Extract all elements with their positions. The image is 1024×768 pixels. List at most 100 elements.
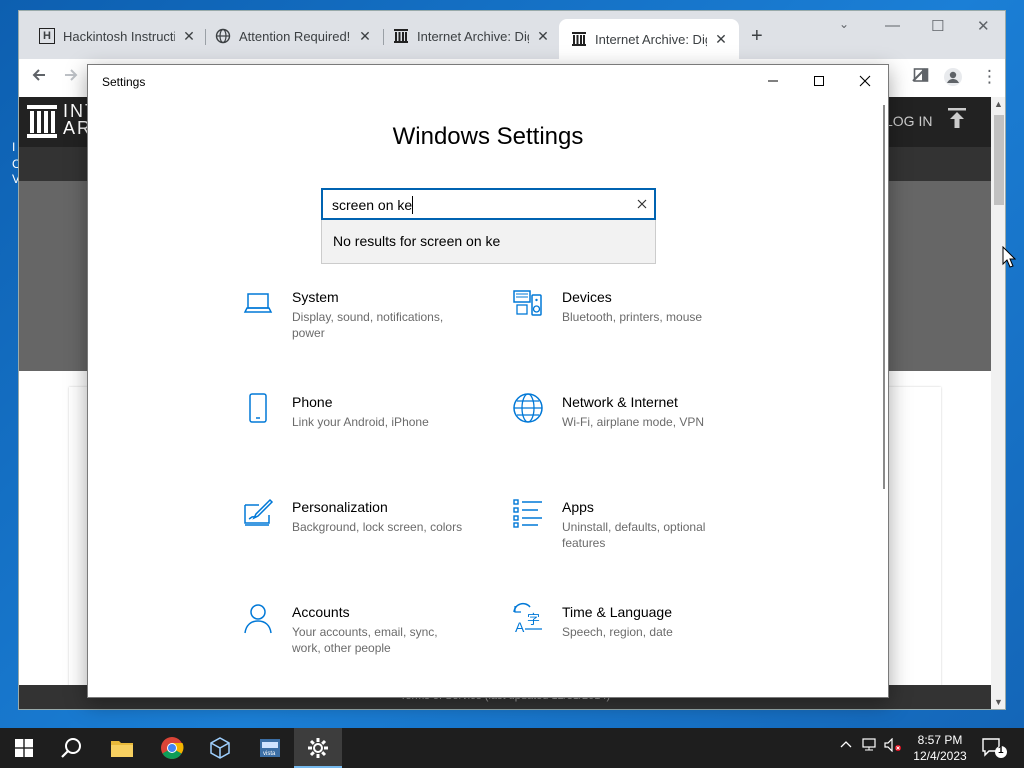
new-tab-icon[interactable]: + [751, 25, 763, 48]
laptop-icon [243, 293, 273, 313]
windows-logo-icon [15, 739, 33, 757]
person-icon [244, 604, 272, 634]
tab-close-icon[interactable]: ✕ [181, 28, 197, 45]
category-time-language[interactable]: A字 Time & Language Speech, region, date [512, 602, 782, 692]
search-input[interactable] [332, 195, 622, 215]
tab-close-icon[interactable]: ✕ [713, 31, 729, 48]
tab-internet-archive-active[interactable]: Internet Archive: Digital Library ✕ [559, 19, 739, 59]
clear-search-icon[interactable] [634, 196, 650, 212]
notification-count: 1 [998, 745, 1004, 756]
minimize-icon[interactable]: — [885, 17, 900, 34]
taskbar-file-explorer[interactable] [98, 728, 146, 768]
category-title: Network & Internet [562, 394, 678, 410]
category-description: Your accounts, email, sync, work, other … [292, 625, 438, 655]
tab-label: Internet Archive: Digital Library [595, 31, 707, 47]
action-center-button[interactable]: 1 [980, 736, 1008, 760]
svg-text:A: A [515, 619, 525, 634]
archive-favicon-icon [393, 28, 409, 44]
category-network[interactable]: Network & Internet Wi-Fi, airplane mode,… [512, 392, 782, 482]
close-button[interactable] [842, 65, 888, 97]
category-apps[interactable]: Apps Uninstall, defaults, optional featu… [512, 497, 782, 587]
scrollbar-thumb[interactable] [994, 115, 1004, 205]
taskbar-chrome[interactable] [148, 728, 196, 768]
globe-favicon-icon [215, 28, 231, 44]
taskbar-app-vista[interactable]: vista [246, 728, 294, 768]
search-button[interactable] [48, 728, 96, 768]
tab-internet-archive[interactable]: Internet Archive: Digital Library ✕ [393, 23, 551, 49]
svg-text:字: 字 [527, 613, 540, 628]
svg-text:vista: vista [263, 751, 276, 757]
taskbar-settings[interactable] [294, 728, 342, 768]
window-title: Settings [102, 75, 146, 89]
category-phone[interactable]: Phone Link your Android, iPhone [242, 392, 512, 482]
category-description: Bluetooth, printers, mouse [562, 310, 703, 324]
page-title: Windows Settings [392, 123, 584, 150]
forward-arrow-icon[interactable] [63, 67, 79, 88]
clock[interactable]: 8:57 PM 12/4/2023 [908, 732, 972, 764]
category-title: Apps [562, 499, 594, 515]
globe-icon [513, 393, 543, 423]
profile-avatar-icon[interactable] [943, 67, 963, 92]
settings-scrollbar[interactable] [883, 105, 885, 489]
close-icon[interactable]: ✕ [977, 17, 990, 35]
archive-logo-icon[interactable] [27, 105, 57, 139]
tab-attention-required[interactable]: Attention Required! | Cloudflare ✕ [215, 23, 373, 49]
chrome-icon [161, 737, 184, 759]
scroll-up-icon[interactable]: ▲ [994, 99, 1003, 109]
settings-search-box[interactable] [321, 188, 656, 220]
volume-muted-icon[interactable] [884, 737, 902, 755]
back-arrow-icon[interactable] [31, 67, 47, 88]
category-title: System [292, 289, 339, 305]
category-system[interactable]: System Display, sound, notifications, po… [242, 287, 512, 377]
tab-search-chevron-icon[interactable]: ⌄ [839, 17, 849, 31]
upload-icon[interactable] [947, 107, 967, 135]
minimize-icon [768, 80, 778, 82]
category-description: Uninstall, defaults, optional features [562, 520, 706, 550]
page-scrollbar[interactable]: ▲ ▼ [991, 97, 1005, 709]
category-description: Link your Android, iPhone [292, 415, 429, 429]
no-results-text: No results for screen on ke [333, 233, 501, 249]
cube-app-icon [210, 737, 230, 759]
category-description: Wi-Fi, airplane mode, VPN [562, 415, 705, 429]
network-icon[interactable] [862, 738, 878, 755]
hackintosh-favicon-icon: H [39, 28, 55, 44]
text-caret [412, 196, 413, 214]
category-accounts[interactable]: Accounts Your accounts, email, sync, wor… [242, 602, 512, 692]
start-button[interactable] [0, 728, 48, 768]
kebab-menu-icon[interactable]: ⋮ [981, 67, 998, 87]
maximize-icon[interactable]: ☐ [931, 17, 944, 35]
settings-window: Settings Windows Settings No results for… [87, 64, 889, 698]
tab-close-icon[interactable]: ✕ [535, 28, 551, 45]
archive-favicon-icon [571, 31, 587, 47]
tab-strip: H Hackintosh Instructions ✕ Attention Re… [19, 11, 1005, 59]
clock-date: 12/4/2023 [913, 749, 967, 763]
login-link[interactable]: LOG IN [885, 113, 932, 129]
chevron-up-icon[interactable] [840, 738, 852, 753]
scroll-down-icon[interactable]: ▼ [994, 697, 1003, 707]
tab-close-icon[interactable]: ✕ [357, 28, 373, 45]
time-language-icon: A字 [513, 602, 542, 634]
category-description: Background, lock screen, colors [292, 520, 463, 534]
close-icon [859, 75, 871, 87]
tab-label: Hackintosh Instructions [63, 28, 175, 44]
vista-app-icon: vista [260, 739, 280, 757]
sidepanel-icon[interactable] [913, 67, 929, 88]
category-devices[interactable]: Devices Bluetooth, printers, mouse [512, 287, 782, 377]
tab-hackintosh[interactable]: H Hackintosh Instructions ✕ [39, 23, 197, 49]
taskbar-virtualbox[interactable] [196, 728, 244, 768]
category-title: Personalization [292, 499, 388, 515]
devices-icon [513, 290, 542, 316]
desktop-icon-letter: I [12, 140, 16, 154]
taskbar: vista 8:57 PM 12/4/2023 1 [0, 728, 1024, 768]
mouse-cursor-icon [1002, 246, 1016, 268]
search-icon [61, 738, 81, 758]
desktop-icons-partial[interactable]: I C V [0, 0, 21, 190]
category-title: Phone [292, 394, 333, 410]
folder-icon [111, 741, 133, 757]
category-title: Devices [562, 289, 612, 305]
settings-titlebar[interactable]: Settings [88, 65, 888, 97]
minimize-button[interactable] [750, 65, 796, 97]
category-personalization[interactable]: Personalization Background, lock screen,… [242, 497, 512, 587]
maximize-button[interactable] [796, 65, 842, 97]
gear-icon [308, 738, 328, 758]
